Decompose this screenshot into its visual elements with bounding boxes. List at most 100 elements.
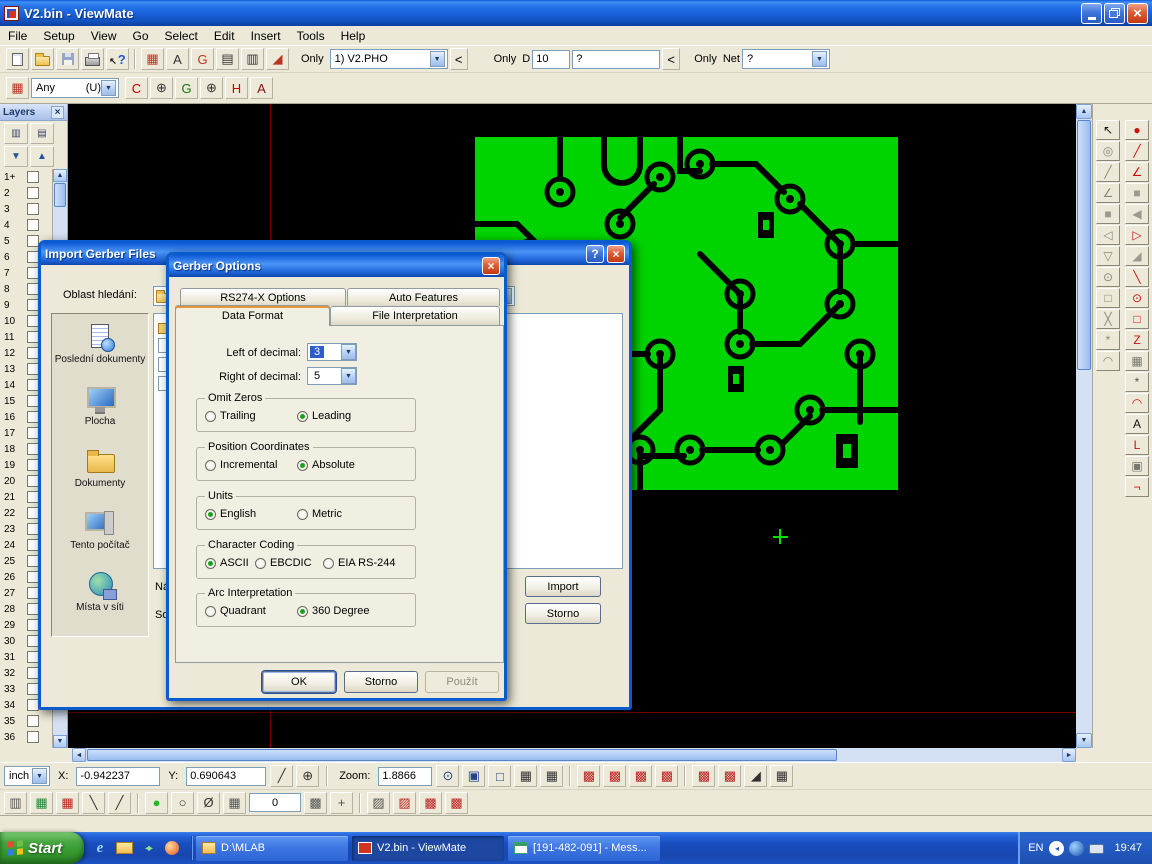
hidden-icons-icon[interactable]: ◂ xyxy=(1049,841,1064,856)
tab-rs274-x-options[interactable]: RS274-X Options xyxy=(180,288,346,306)
triangle-draw-icon[interactable]: ▷ xyxy=(1125,225,1149,245)
scroll-down-icon[interactable]: ▼ xyxy=(1076,733,1092,748)
pad-display-3-icon[interactable]: ▩ xyxy=(629,765,652,787)
polyline-draw-icon[interactable]: ∠ xyxy=(1125,162,1149,182)
radio-trailing[interactable]: Trailing xyxy=(205,410,256,422)
radio-button-icon[interactable] xyxy=(205,460,216,471)
pattern-gray-icon[interactable]: ▨ xyxy=(367,792,390,814)
task-d-mlab[interactable]: D:\MLAB xyxy=(196,836,348,861)
left-of-decimal-combo[interactable]: 3 ▼ xyxy=(307,343,357,361)
layer-table-icon[interactable]: ▤ xyxy=(216,48,239,70)
circle-pad-draw-icon[interactable]: ⊙ xyxy=(1125,288,1149,308)
previous-dcode-button[interactable]: < xyxy=(662,48,680,70)
tab-data-format[interactable]: Data Format xyxy=(175,305,330,326)
anchor-icon[interactable]: + xyxy=(330,792,353,814)
messenger-icon[interactable] xyxy=(1069,841,1084,856)
dot-grid-icon[interactable]: ▩ xyxy=(304,792,327,814)
chevron-down-icon[interactable]: ▼ xyxy=(430,51,445,67)
start-button[interactable]: Start xyxy=(0,832,84,864)
gerber-layer-icon[interactable]: G xyxy=(191,48,214,70)
settings-tool-icon[interactable]: * xyxy=(1096,330,1120,350)
zigzag-draw-icon[interactable]: Z xyxy=(1125,330,1149,350)
line-style-icon[interactable]: ╱ xyxy=(270,765,293,787)
radio-english[interactable]: English xyxy=(205,508,256,520)
radio-button-icon[interactable] xyxy=(255,558,266,569)
line-measure-icon[interactable]: ╱ xyxy=(1096,162,1120,182)
layer-copy-icon[interactable]: ▥ xyxy=(4,792,27,814)
right-of-decimal-combo[interactable]: 5 ▼ xyxy=(307,367,357,385)
hook-draw-icon[interactable]: ¬ xyxy=(1125,477,1149,497)
scroll-thumb[interactable] xyxy=(54,183,66,207)
context-help-button[interactable]: ? xyxy=(106,48,129,70)
scroll-left-icon[interactable]: ◄ xyxy=(72,748,86,762)
status-led-icon[interactable]: ● xyxy=(145,792,168,814)
vertical-scrollbar[interactable]: ▲ ▼ xyxy=(1076,104,1092,748)
place-m-sta-v-s-ti[interactable]: Místa v síti xyxy=(52,570,148,632)
language-indicator[interactable]: EN xyxy=(1028,842,1043,854)
scroll-up-icon[interactable]: ▲ xyxy=(53,169,67,182)
place-tento-po-ta[interactable]: Tento počítač xyxy=(52,508,148,570)
chevron-down-icon[interactable]: ▼ xyxy=(32,768,47,784)
layer-view-icon[interactable]: ▤ xyxy=(30,123,54,144)
pattern-red-3-icon[interactable]: ▩ xyxy=(445,792,468,814)
close-button[interactable]: × xyxy=(607,245,625,263)
sync-arrows-icon[interactable] xyxy=(138,838,158,858)
radio-button-icon[interactable] xyxy=(297,411,308,422)
letter-c-icon[interactable]: C xyxy=(125,77,148,99)
dot-draw-icon[interactable]: ● xyxy=(1125,120,1149,140)
menu-go[interactable]: Go xyxy=(125,27,157,45)
arc-measure-icon[interactable]: ◠ xyxy=(1096,351,1120,371)
aperture-grid-icon[interactable]: ▦ xyxy=(6,77,29,99)
hollow-rect-icon[interactable]: □ xyxy=(1096,288,1120,308)
zoom-window-icon[interactable]: ▣ xyxy=(462,765,485,787)
arc-draw-icon[interactable]: ◠ xyxy=(1125,393,1149,413)
backslash-draw-icon[interactable]: ╲ xyxy=(1125,267,1149,287)
red-grid-icon[interactable]: ▦ xyxy=(56,792,79,814)
radio-button-icon[interactable] xyxy=(205,606,216,617)
diag-left-icon[interactable]: ╲ xyxy=(82,792,105,814)
task-191-482-091-mess[interactable]: [191-482-091] - Mess... xyxy=(508,836,660,861)
close-button[interactable]: × xyxy=(1127,3,1148,24)
net-combo[interactable]: ? ▼ xyxy=(742,49,830,69)
highlight-grid-icon[interactable]: ▦ xyxy=(141,48,164,70)
close-button[interactable]: × xyxy=(482,257,500,275)
radio-absolute[interactable]: Absolute xyxy=(297,459,355,471)
grid-toggle-icon[interactable]: ▦ xyxy=(514,765,537,787)
menu-setup[interactable]: Setup xyxy=(35,27,82,45)
keyboard-layout-icon[interactable] xyxy=(1089,844,1104,854)
angle-measure-icon[interactable]: ∠ xyxy=(1096,183,1120,203)
tab-auto-features[interactable]: Auto Features xyxy=(347,288,500,306)
units-combo[interactable]: inch ▼ xyxy=(4,766,50,786)
chevron-down-icon[interactable]: ▼ xyxy=(341,344,356,360)
grid-mode-icon[interactable]: ▦ xyxy=(770,765,793,787)
radio-button-icon[interactable] xyxy=(297,509,308,520)
solid-rect-icon[interactable]: ■ xyxy=(1096,204,1120,224)
menu-file[interactable]: File xyxy=(0,27,35,45)
layer-list-icon[interactable]: ▥ xyxy=(4,123,28,144)
radio-ebcdic[interactable]: EBCDIC xyxy=(255,557,312,569)
letter-h-icon[interactable]: H xyxy=(225,77,248,99)
tab-file-interpretation[interactable]: File Interpretation xyxy=(330,306,500,325)
dcode-grid-icon[interactable]: ▦ xyxy=(223,792,246,814)
radio-button-icon[interactable] xyxy=(297,460,308,471)
import-button[interactable]: Import xyxy=(525,576,601,597)
save-button[interactable] xyxy=(56,48,79,70)
diag-right-icon[interactable]: ╱ xyxy=(108,792,131,814)
menu-view[interactable]: View xyxy=(83,27,125,45)
layer-color-swatch[interactable] xyxy=(27,731,39,743)
diagonal-mode-icon[interactable]: ◢ xyxy=(744,765,767,787)
pad-display-4-icon[interactable]: ▩ xyxy=(655,765,678,787)
measure-icon[interactable]: ◢ xyxy=(266,48,289,70)
crosshair-pair-icon[interactable]: ⊕ xyxy=(150,77,173,99)
minimize-button[interactable] xyxy=(1081,3,1102,24)
dcode-field[interactable]: 0 xyxy=(249,793,301,812)
pad-tool-icon[interactable]: ⊙ xyxy=(1096,267,1120,287)
place-dokumenty[interactable]: Dokumenty xyxy=(52,446,148,508)
pad-display-6-icon[interactable]: ▩ xyxy=(718,765,741,787)
place-posledn-dokumenty[interactable]: Poslední dokumenty xyxy=(52,322,148,384)
origin-icon[interactable]: ⊕ xyxy=(296,765,319,787)
place-plocha[interactable]: Plocha xyxy=(52,384,148,446)
snap-toggle-icon[interactable]: ▦ xyxy=(540,765,563,787)
layer-color-swatch[interactable] xyxy=(27,715,39,727)
triangle-tool-icon[interactable]: ▽ xyxy=(1096,246,1120,266)
